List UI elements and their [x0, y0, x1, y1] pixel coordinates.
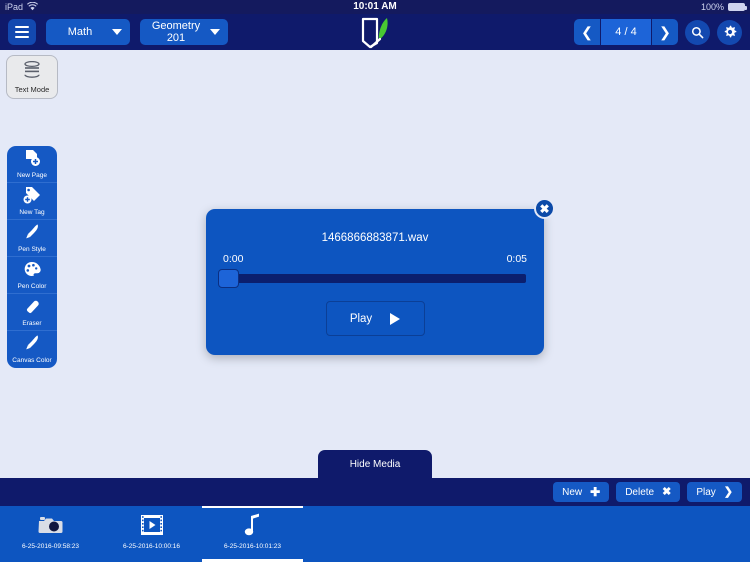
app-root: iPad 100% Math Geometry 201 ❮ 4 / 4 ❯ 10…	[0, 0, 750, 562]
media-caption: 6-25-2016-10:00:16	[122, 543, 181, 550]
x-icon: ✖	[662, 485, 672, 498]
play-button-row: Play	[206, 301, 544, 336]
tool-label: New Tag	[19, 208, 45, 216]
tool-pen-color[interactable]: Pen Color	[7, 257, 57, 294]
toolbar-right-group: ❮ 4 / 4 ❯	[574, 19, 742, 45]
status-clock: 10:01 AM	[353, 1, 397, 12]
status-right: 100%	[700, 2, 747, 12]
gear-icon[interactable]	[717, 19, 742, 45]
tool-eraser[interactable]: Eraser	[7, 294, 57, 331]
text-mode-label: Text Mode	[14, 84, 50, 94]
scrubber-track[interactable]	[225, 274, 526, 283]
music-note-icon	[244, 512, 262, 538]
tool-label: Canvas Color	[12, 357, 52, 365]
plus-icon: ✚	[590, 485, 601, 499]
eraser-icon	[23, 297, 41, 320]
audio-filename: 1466866883871.wav	[321, 232, 429, 244]
delete-media-button[interactable]: Delete ✖	[616, 482, 681, 502]
tool-palette: New Page New Tag Pen Style Pen Color Era	[7, 146, 57, 368]
page-plus-icon	[23, 149, 41, 172]
chevron-down-icon	[112, 29, 122, 35]
palette-icon	[23, 260, 41, 283]
prev-page-button[interactable]: ❮	[574, 19, 600, 45]
delete-media-label: Delete	[625, 486, 655, 498]
play-media-label: Play	[696, 486, 716, 498]
media-action-bar: New ✚ Delete ✖ Play ❯	[0, 478, 750, 506]
hamburger-menu-icon[interactable]	[8, 19, 36, 45]
page-indicator: 4 / 4	[601, 19, 651, 45]
play-triangle-icon	[390, 312, 401, 325]
next-page-button[interactable]: ❯	[652, 19, 678, 45]
audio-player-dialog: ✖ 1466866883871.wav 0:00 0:05 Play	[206, 198, 555, 355]
shield-quill-logo	[353, 14, 397, 50]
tool-new-tag[interactable]: New Tag	[7, 183, 57, 220]
wifi-icon	[27, 1, 38, 13]
pen-icon	[23, 223, 41, 246]
brush-icon	[23, 334, 41, 357]
media-caption: 6-25-2016-10:01:23	[223, 543, 282, 550]
media-caption: 6-25-2016-09:58:23	[21, 543, 80, 550]
audio-scrubber[interactable]	[206, 265, 544, 288]
text-mode-button[interactable]: Text Mode	[6, 55, 58, 99]
device-label: iPad	[5, 2, 24, 12]
modal-play-label: Play	[349, 312, 373, 325]
tool-canvas-color[interactable]: Canvas Color	[7, 331, 57, 368]
current-time-label: 0:00	[223, 253, 244, 265]
course-dropdown[interactable]: Geometry 201	[140, 19, 228, 45]
tool-label: Pen Color	[17, 282, 47, 290]
hide-media-tab[interactable]: Hide Media	[318, 450, 432, 478]
tool-label: Pen Style	[18, 245, 46, 253]
media-item-audio[interactable]: 6-25-2016-10:01:23	[202, 506, 303, 562]
status-left: iPad	[5, 1, 38, 13]
play-media-button[interactable]: Play ❯	[687, 482, 742, 502]
hide-media-label: Hide Media	[349, 458, 401, 470]
search-icon[interactable]	[685, 19, 710, 45]
new-media-label: New	[562, 486, 583, 498]
subject-dropdown-label: Math	[67, 26, 93, 38]
subject-dropdown[interactable]: Math	[46, 19, 130, 45]
tag-plus-icon	[23, 186, 41, 209]
course-dropdown-label: Geometry 201	[151, 20, 201, 44]
media-item-video[interactable]: 6-25-2016-10:00:16	[101, 506, 202, 562]
new-media-button[interactable]: New ✚	[553, 482, 610, 502]
close-icon[interactable]: ✖	[534, 198, 555, 219]
total-time-label: 0:05	[506, 253, 527, 265]
tool-pen-style[interactable]: Pen Style	[7, 220, 57, 257]
media-thumbnail-bar: 6-25-2016-09:58:23 6-25-2016-10:00:16 6-…	[0, 506, 750, 562]
camera-icon	[38, 512, 64, 538]
modal-play-button[interactable]: Play	[325, 301, 425, 336]
tool-new-page[interactable]: New Page	[7, 146, 57, 183]
chevron-down-icon	[210, 29, 220, 35]
time-row: 0:00 0:05	[206, 244, 544, 265]
battery-icon	[728, 3, 747, 11]
media-item-photo[interactable]: 6-25-2016-09:58:23	[0, 506, 101, 562]
battery-percent-label: 100%	[700, 2, 724, 12]
film-icon	[140, 512, 164, 538]
text-lines-icon	[22, 60, 42, 83]
page-navigator: ❮ 4 / 4 ❯	[574, 19, 678, 45]
chevron-right-icon: ❯	[723, 485, 733, 498]
tool-label: Eraser	[22, 319, 42, 327]
scrubber-thumb[interactable]	[218, 269, 239, 288]
tool-label: New Page	[17, 171, 47, 179]
